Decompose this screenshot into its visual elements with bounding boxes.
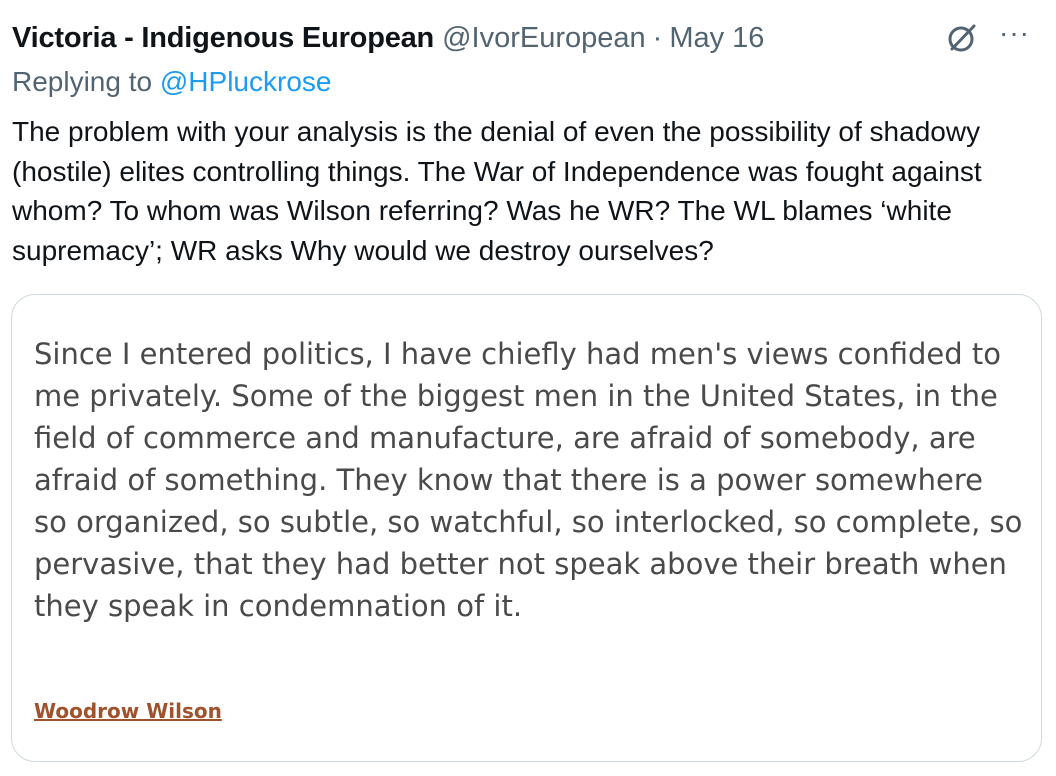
header-separator: · xyxy=(652,21,663,54)
tweet-text: The problem with your analysis is the de… xyxy=(12,116,982,266)
author-handle[interactable]: @IvorEuropean xyxy=(442,22,646,55)
tweet: Victoria - Indigenous European @IvorEuro… xyxy=(0,0,1056,776)
header-actions: ··· xyxy=(945,18,1030,58)
replying-to-label: Replying to xyxy=(12,66,153,97)
more-options-icon[interactable]: ··· xyxy=(999,19,1030,47)
author-display-name[interactable]: Victoria - Indigenous European xyxy=(12,22,434,55)
quote-author-link[interactable]: Woodrow Wilson xyxy=(34,699,222,723)
tweet-date[interactable]: May 16 xyxy=(669,22,764,55)
replying-to: Replying to @HPluckrose xyxy=(12,66,331,98)
reply-mention-link[interactable]: @HPluckrose xyxy=(160,66,332,97)
quote-card[interactable]: Since I entered politics, I have chiefly… xyxy=(11,294,1042,762)
tweet-header: Victoria - Indigenous European @IvorEuro… xyxy=(12,18,1044,58)
quote-text: Since I entered politics, I have chiefly… xyxy=(34,337,1023,623)
grok-icon[interactable] xyxy=(945,21,979,55)
